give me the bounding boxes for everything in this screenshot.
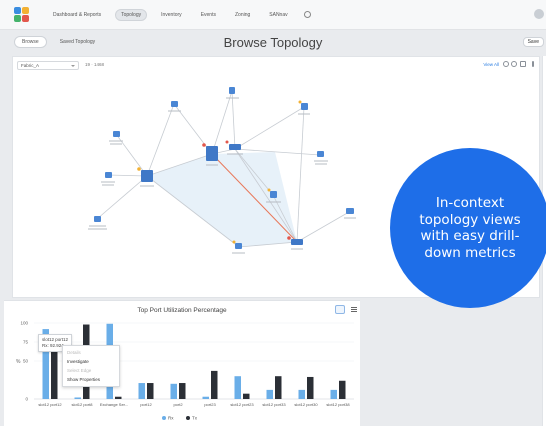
- bar-tx[interactable]: [115, 396, 122, 399]
- zoom-out-icon[interactable]: [511, 61, 517, 67]
- host-node[interactable]: [317, 151, 324, 157]
- promo-bubble: In-context topology views with easy dril…: [390, 148, 546, 308]
- bar-rx[interactable]: [330, 389, 338, 399]
- bar-chart[interactable]: 0 50 75 100% slot12 port12 slot12 port8 Exchan…: [4, 301, 360, 426]
- zoom-in-icon[interactable]: [503, 61, 509, 67]
- app-logo[interactable]: [14, 6, 30, 23]
- switch-node[interactable]: [291, 239, 303, 245]
- x-tick-label: slot12 port12: [38, 402, 62, 407]
- bar-rx[interactable]: [74, 397, 82, 399]
- topology-counts: 19 · 1468: [85, 62, 105, 67]
- tab-zoning[interactable]: Zoning: [230, 10, 255, 20]
- saved-topology-button[interactable]: Saved Topology: [53, 37, 103, 47]
- legend-swatch: [186, 416, 190, 420]
- tab-topology[interactable]: Topology: [115, 8, 148, 21]
- bar-rx[interactable]: [138, 383, 146, 399]
- save-button[interactable]: Save: [522, 37, 544, 47]
- tab-dashboard-reports[interactable]: Dashboard & Reports: [48, 10, 106, 20]
- x-tick-label: slot12 port8: [72, 402, 94, 407]
- top-nav: Dashboard & Reports Topology Inventory E…: [0, 0, 546, 30]
- y-axis-label: %: [16, 359, 21, 365]
- host-node[interactable]: [270, 191, 277, 198]
- switch-node[interactable]: [141, 170, 153, 182]
- host-node[interactable]: [105, 172, 112, 178]
- x-tick-label: Exchange Ser...: [100, 402, 128, 407]
- promo-text: In-context topology views with easy dril…: [419, 195, 521, 261]
- menu-item-details: Details: [67, 350, 81, 355]
- view-all-link[interactable]: View All: [483, 62, 499, 67]
- fabric-region: [147, 152, 297, 247]
- y-tick-label: 50: [23, 359, 29, 364]
- host-node[interactable]: [301, 103, 308, 110]
- host-node[interactable]: [94, 216, 101, 222]
- bar-rx[interactable]: [266, 389, 274, 399]
- x-tick-label: slot12 port38: [326, 402, 350, 407]
- bar-tx[interactable]: [211, 370, 218, 399]
- browse-button[interactable]: Browse: [14, 36, 47, 48]
- bar-rx[interactable]: [202, 396, 210, 399]
- switch-node[interactable]: [229, 144, 241, 150]
- bar-rx[interactable]: [170, 383, 178, 399]
- bar-tx[interactable]: [147, 383, 154, 399]
- y-tick-label: 75: [23, 340, 29, 345]
- menu-item-show-properties[interactable]: Show Properties: [63, 375, 119, 384]
- subheader: Browse Saved Topology Browse Topology Sa…: [0, 30, 546, 54]
- search-icon[interactable]: [303, 11, 311, 18]
- bar-tx[interactable]: [307, 376, 314, 399]
- host-node[interactable]: [171, 101, 178, 107]
- tab-sannav[interactable]: SANnav: [264, 10, 292, 20]
- x-tick-label: slot12 port33: [262, 402, 286, 407]
- bar-tx[interactable]: [275, 376, 282, 399]
- legend-label: Rx: [168, 416, 174, 421]
- y-tick-label: 100: [20, 321, 28, 326]
- host-node[interactable]: [235, 243, 242, 249]
- bar-rx[interactable]: [298, 389, 306, 399]
- x-tick-label: slot12 port23: [230, 402, 254, 407]
- x-tick-label: port23: [204, 402, 216, 407]
- menu-item-investigate[interactable]: Investigate: [63, 357, 119, 366]
- app-window: Dashboard & Reports Topology Inventory E…: [0, 0, 546, 426]
- host-node[interactable]: [229, 87, 235, 94]
- x-tick-label: port12: [140, 402, 152, 407]
- context-menu: Details Investigate Select Edge Show Pro…: [62, 345, 120, 387]
- bar-tx[interactable]: [339, 380, 346, 399]
- bar-tx[interactable]: [243, 393, 250, 399]
- y-tick-label: 0: [25, 397, 28, 402]
- bar-rx[interactable]: [234, 376, 242, 399]
- fit-view-icon[interactable]: [520, 61, 526, 67]
- avatar[interactable]: [534, 9, 544, 19]
- menu-item-select-edge: Select Edge: [67, 368, 92, 373]
- fabric-select[interactable]: Fabric_A: [17, 61, 79, 70]
- legend-label: Tx: [192, 416, 198, 421]
- switch-node[interactable]: [206, 146, 218, 161]
- more-icon[interactable]: [532, 61, 534, 67]
- port-utilization-panel: Top Port Utilization Percentage 0 50 75 100…: [4, 300, 360, 426]
- host-node[interactable]: [346, 208, 354, 214]
- host-node[interactable]: [113, 131, 120, 137]
- legend-swatch: [162, 416, 166, 420]
- x-tick-label: slot12 port30: [294, 402, 318, 407]
- bar-tx[interactable]: [179, 383, 186, 399]
- x-tick-label: port2: [173, 402, 183, 407]
- tab-events[interactable]: Events: [196, 10, 221, 20]
- tab-inventory[interactable]: Inventory: [156, 10, 187, 20]
